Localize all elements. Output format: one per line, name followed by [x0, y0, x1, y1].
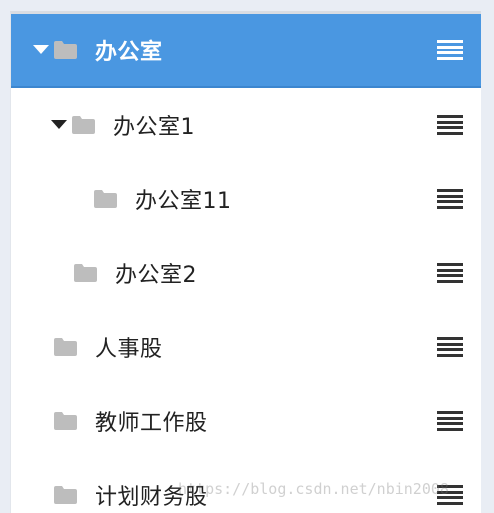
folder-icon — [54, 412, 77, 430]
folder-icon — [74, 264, 97, 282]
org-tree-panel: 办公室 办公室1 办公室11 办公室2 人事股 教师工作股 计划财务股 — [10, 11, 481, 513]
hamburger-menu-icon[interactable] — [437, 337, 463, 357]
tree-node-personnel[interactable]: 人事股 — [11, 310, 481, 384]
tree-node-label: 计划财务股 — [95, 485, 208, 510]
folder-icon — [54, 41, 77, 59]
hamburger-menu-icon[interactable] — [437, 40, 463, 60]
hamburger-menu-icon[interactable] — [437, 263, 463, 283]
tree-node-office-1[interactable]: 办公室1 — [11, 88, 481, 162]
folder-icon — [54, 486, 77, 504]
folder-icon — [72, 116, 95, 134]
tree-node-teacher-affairs[interactable]: 教师工作股 — [11, 384, 481, 458]
tree-node-label: 办公室11 — [135, 189, 232, 214]
tree-node-planning-finance[interactable]: 计划财务股 — [11, 458, 481, 513]
folder-icon — [94, 190, 117, 208]
tree-node-label: 办公室1 — [113, 115, 195, 140]
tree-node-office[interactable]: 办公室 — [11, 14, 481, 88]
caret-down-icon[interactable] — [50, 116, 68, 134]
caret-down-icon[interactable] — [32, 41, 50, 59]
hamburger-menu-icon[interactable] — [437, 115, 463, 135]
hamburger-menu-icon[interactable] — [437, 411, 463, 431]
folder-icon — [54, 338, 77, 356]
tree-node-label: 办公室 — [95, 40, 163, 65]
tree-node-label: 教师工作股 — [95, 411, 208, 436]
tree-node-label: 办公室2 — [115, 263, 197, 288]
hamburger-menu-icon[interactable] — [437, 485, 463, 505]
org-tree: 办公室 办公室1 办公室11 办公室2 人事股 教师工作股 计划财务股 — [11, 14, 481, 513]
tree-node-office-2[interactable]: 办公室2 — [11, 236, 481, 310]
hamburger-menu-icon[interactable] — [437, 189, 463, 209]
tree-node-label: 人事股 — [95, 337, 163, 362]
tree-node-office-11[interactable]: 办公室11 — [11, 162, 481, 236]
